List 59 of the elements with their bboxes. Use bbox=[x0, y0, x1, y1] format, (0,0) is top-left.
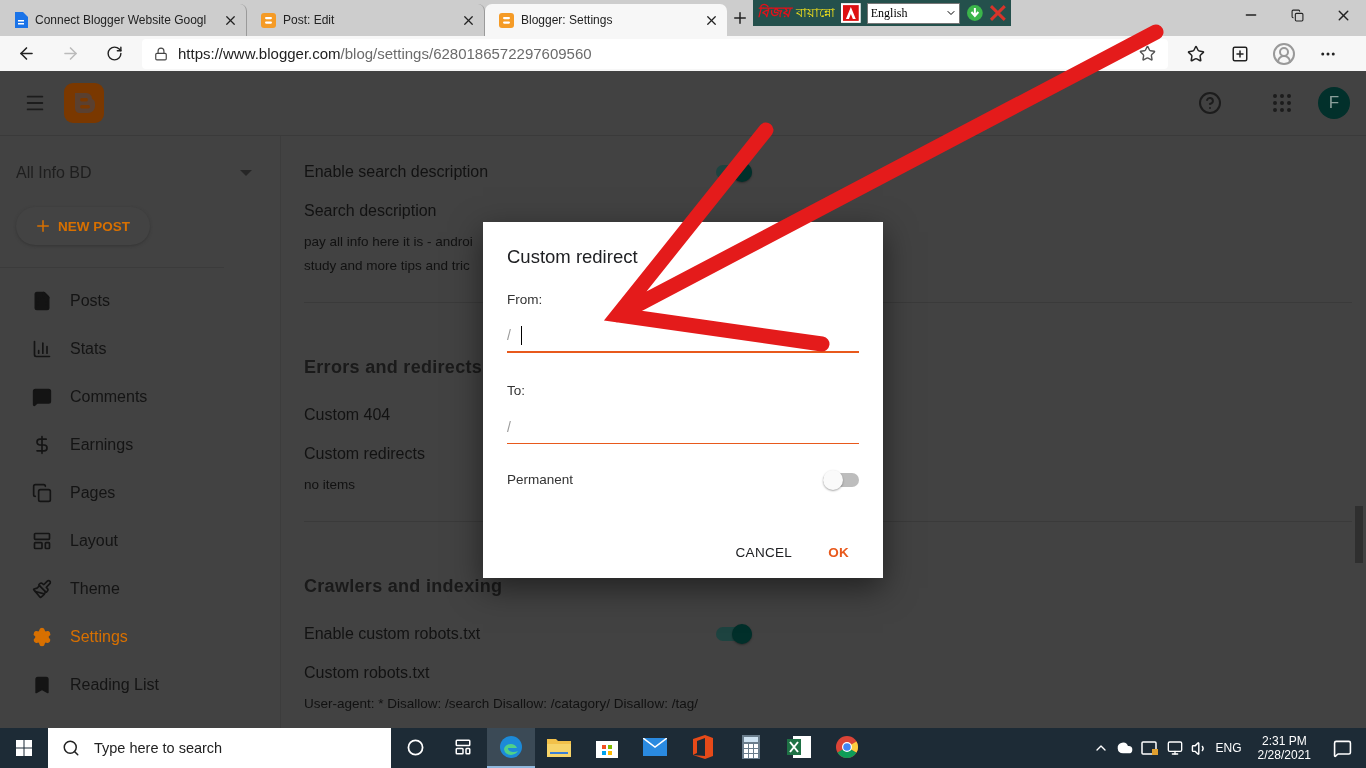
download-icon[interactable] bbox=[965, 4, 984, 22]
text-field[interactable]: / bbox=[507, 319, 859, 353]
field-label: To: bbox=[507, 383, 526, 398]
network-icon[interactable] bbox=[1166, 740, 1183, 756]
toggle-switch[interactable] bbox=[716, 626, 752, 641]
windows-logo-icon[interactable] bbox=[16, 740, 32, 756]
blogger-logo-icon bbox=[499, 12, 514, 28]
letter-icon[interactable] bbox=[841, 3, 861, 23]
nav-item[interactable]: Settings bbox=[0, 613, 280, 661]
chrome-icon[interactable] bbox=[835, 735, 859, 759]
settings-icon bbox=[32, 627, 52, 647]
clock[interactable]: 2:31 PM 2/28/2021 bbox=[1249, 734, 1319, 762]
toolbar-name: বায়ান্নো bbox=[796, 3, 835, 22]
circle-icon[interactable] bbox=[406, 738, 424, 756]
tab-title: Blogger: Settings bbox=[521, 13, 614, 27]
paint-roller-icon bbox=[32, 579, 52, 599]
language-value: English bbox=[870, 5, 908, 21]
text-field[interactable]: / bbox=[507, 410, 859, 444]
language-select[interactable]: English bbox=[866, 2, 960, 24]
search-icon bbox=[62, 739, 80, 757]
new-post-button[interactable]: NEW POST bbox=[16, 207, 150, 245]
tab-title: Connect Blogger Website Googl bbox=[35, 13, 208, 27]
dialog-title: Custom redirect bbox=[507, 246, 639, 268]
restore-icon[interactable] bbox=[1290, 8, 1304, 22]
tab-title: Post: Edit bbox=[283, 13, 336, 27]
document-icon bbox=[14, 12, 28, 28]
plus-icon bbox=[34, 217, 52, 235]
reload-icon[interactable] bbox=[105, 45, 123, 62]
collections-icon[interactable] bbox=[1231, 44, 1249, 63]
taskbar-search-field[interactable]: Type here to search bbox=[48, 728, 391, 768]
avatar[interactable]: F bbox=[1318, 87, 1350, 119]
lock-icon bbox=[154, 46, 168, 61]
task-view-icon[interactable] bbox=[454, 738, 472, 756]
toggle-label: Permanent bbox=[507, 472, 574, 487]
folder-icon[interactable] bbox=[547, 737, 571, 757]
new-tab-icon[interactable] bbox=[731, 9, 749, 27]
pages-icon bbox=[32, 483, 52, 503]
blogger-logo-icon bbox=[261, 12, 276, 28]
browser-tab[interactable]: Blogger: Settings bbox=[485, 4, 727, 36]
office-icon[interactable] bbox=[693, 735, 713, 759]
comment-icon bbox=[32, 387, 52, 407]
favorites-icon[interactable] bbox=[1187, 44, 1205, 63]
spreadsheet-icon[interactable] bbox=[787, 736, 811, 758]
notification-icon[interactable] bbox=[1333, 738, 1352, 758]
address-bar[interactable]: https://www.blogger.com/blog/settings/6280186572297609560 bbox=[142, 38, 1168, 69]
layout-icon bbox=[32, 531, 52, 551]
add-favorite-icon[interactable] bbox=[1139, 45, 1156, 62]
bar-chart-icon bbox=[32, 339, 52, 359]
cloud-icon[interactable] bbox=[1116, 740, 1133, 756]
mail-icon[interactable] bbox=[643, 738, 667, 756]
toggle-switch[interactable] bbox=[823, 472, 859, 487]
language-indicator[interactable]: ENG bbox=[1215, 741, 1242, 755]
document-icon bbox=[32, 291, 52, 311]
profile-icon[interactable] bbox=[1272, 41, 1296, 66]
bookmark-icon bbox=[32, 675, 52, 695]
calculator-icon[interactable] bbox=[742, 735, 760, 759]
field-label: From: bbox=[507, 292, 544, 307]
url-text: https://www.blogger.com/blog/settings/6280186572297609560 bbox=[178, 45, 593, 62]
edge-browser-icon[interactable] bbox=[499, 735, 523, 759]
